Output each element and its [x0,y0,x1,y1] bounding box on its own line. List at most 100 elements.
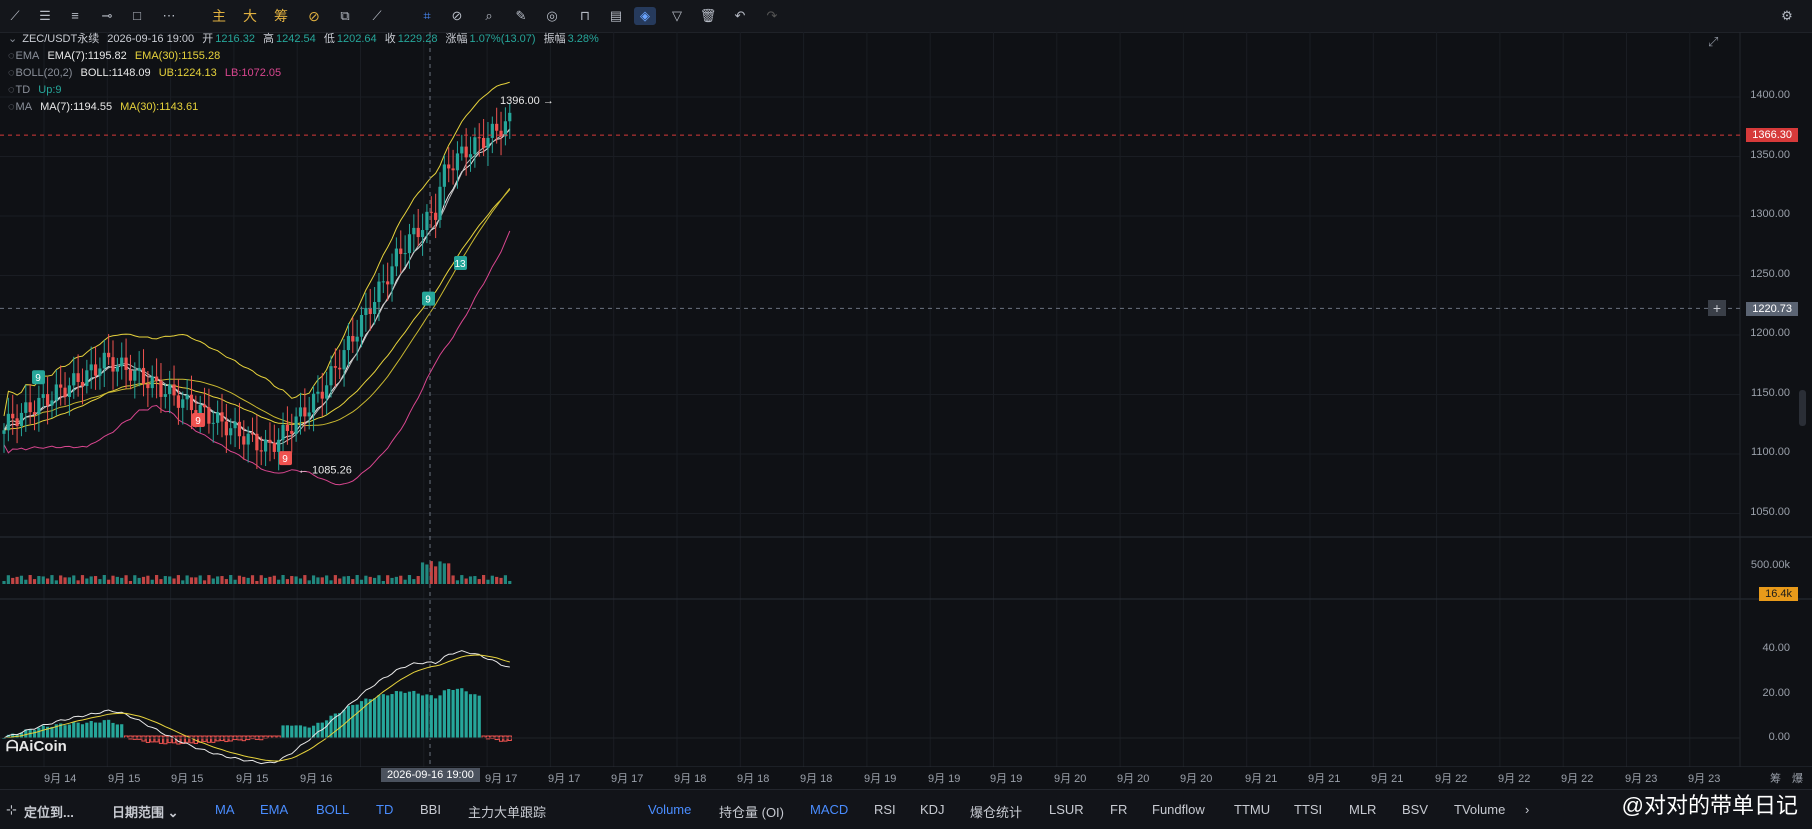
main-indicator-tab[interactable]: EMA [260,802,288,817]
chart-area[interactable]: 9 13 9 9 9 1396.00 → ← 1085.26 [0,32,1812,767]
chevron-icon[interactable]: ⌄ [8,33,17,45]
sub-indicator-tab[interactable]: TTSI [1294,802,1322,817]
lock-icon[interactable]: ⊓ [576,7,594,25]
sub-indicator-tab[interactable]: 爆仓统计 [970,802,1022,821]
candle-body [11,413,15,419]
main-indicator-tab[interactable]: MA [215,802,235,817]
macd-histogram-bar [89,720,93,738]
macd-histogram-bar [425,694,429,738]
dots-icon[interactable]: ⋯ [160,7,178,25]
brush-icon[interactable]: ✎ [512,7,530,25]
date-range-dropdown[interactable]: 日期范围 ⌄ [112,802,179,821]
main-indicator-tab[interactable]: TD [376,802,393,817]
sub-indicator-tab[interactable]: Volume [648,802,691,817]
expand-icon[interactable]: ⤢ [1708,34,1718,50]
sub-indicator-tab[interactable]: MACD [810,802,848,817]
candle-body [63,387,67,397]
main-indicator-tab[interactable]: BOLL [316,802,349,817]
macd-histogram-bar [468,694,473,738]
main-chart-button[interactable]: 主 [210,7,228,25]
rectangle-icon[interactable]: □ [128,7,146,25]
candle-body [434,212,438,220]
volume-bar [473,576,477,584]
add-alert-icon[interactable]: + [1708,300,1726,316]
ema-legend[interactable]: ◌EMA EMA(7):1195.82 EMA(30):1155.28 [8,49,225,63]
volume-bar [338,578,342,584]
measure-icon[interactable]: ⧉ [336,7,354,25]
settings-icon[interactable]: ⚙ [1778,7,1796,25]
link-icon[interactable]: ⊘ [448,7,466,25]
amp-value: 3.28% [567,33,599,45]
sub-indicator-tab[interactable]: TTMU [1234,802,1270,817]
main-indicator-tab[interactable]: BBI [420,802,441,817]
candle-body [285,424,289,431]
price-tick: 1050.00 [1750,506,1790,518]
sub-indicator-tab[interactable]: RSI [874,802,896,817]
td-legend[interactable]: ◌TD Up:9 [8,83,67,97]
scroll-handle[interactable] [1799,390,1806,426]
pen-tool-icon[interactable]: ⟋ [6,7,24,25]
macd-histogram-bar [351,705,355,738]
filter-icon[interactable]: ▽ [668,7,686,25]
candle-body [320,391,324,399]
volume-bar [359,579,364,584]
candle-body [451,168,455,171]
chips-button[interactable]: 筹 [272,7,290,25]
volume-bar [89,576,93,584]
redo-icon[interactable]: ↷ [763,7,781,25]
bell-icon[interactable]: ◌ [8,67,15,79]
macd-histogram-bar [381,694,385,738]
crosshair-icon[interactable]: ⊹ [6,802,17,818]
ruler-icon[interactable]: ⟋ [368,7,386,25]
eye-icon[interactable]: ◎ [543,7,561,25]
volume-bar [442,563,446,584]
volume-bar [399,575,403,584]
sub-indicator-tab[interactable]: FR [1110,802,1127,817]
locate-button[interactable]: 定位到... [24,802,74,821]
sub-indicator-tab[interactable]: BSV [1402,802,1428,817]
horizontal-line-icon[interactable]: ⊸ [98,7,116,25]
candle-body [76,373,80,382]
volume-bar [368,576,372,584]
menu-lines-icon[interactable]: ☰ [36,7,54,25]
zoom-icon[interactable]: ⌕ [480,7,498,25]
candle-body [98,368,102,376]
bell-icon[interactable]: ◌ [8,50,15,62]
bell-icon[interactable]: ◌ [8,101,15,113]
sub-indicator-tab[interactable]: LSUR [1049,802,1084,817]
chips-axis-label[interactable]: 筹 [1770,770,1781,786]
sub-indicator-tab[interactable]: 持仓量 (OI) [719,802,784,821]
boll-legend[interactable]: ◌BOLL(20,2) BOLL:1148.09 UB:1224.13 LB:1… [8,66,286,80]
sub-indicator-tab[interactable]: KDJ [920,802,945,817]
macd-histogram-bar [290,725,294,738]
amp-label: 振幅 [543,33,566,45]
volume-bar [189,577,194,584]
liq-axis-label[interactable]: 爆 [1792,770,1803,786]
volume-bar [259,575,263,584]
fib-icon[interactable]: ⊘ [305,7,323,25]
kline-chart[interactable]: 9 13 9 9 9 1396.00 → ← 1085.26 [0,32,1812,767]
undo-icon[interactable]: ↶ [731,7,749,25]
macd-histogram-bar [429,695,433,738]
sub-indicator-tab[interactable]: TVolume [1454,802,1505,817]
candle-body [28,402,32,413]
volume-bar [420,562,425,584]
trash-icon[interactable]: 🗑 [699,7,717,25]
volume-bar [320,577,324,584]
main-indicator-tab[interactable]: 主力大单跟踪 [468,802,546,821]
sub-indicator-tab[interactable]: MLR [1349,802,1376,817]
macd-histogram-bar [434,698,438,738]
bell-icon[interactable]: ◌ [8,84,15,96]
volume-bar [93,576,98,584]
bookmark-icon[interactable]: ⌗ [418,7,436,25]
more-arrow-icon[interactable]: › [1525,802,1529,817]
sub-indicator-tab[interactable]: Fundflow [1152,802,1205,817]
layers-icon[interactable]: ▤ [607,7,625,25]
ma-legend[interactable]: ◌MA MA(7):1194.55 MA(30):1143.61 [8,100,203,114]
macd-histogram-bar [455,688,460,738]
magnet-active-icon[interactable]: ◈ [634,7,656,25]
macd-histogram-bar [447,689,451,738]
large-order-button[interactable]: 大 [241,7,259,25]
macd-histogram-bar [102,720,106,738]
list-icon[interactable]: ≡ [66,7,84,25]
